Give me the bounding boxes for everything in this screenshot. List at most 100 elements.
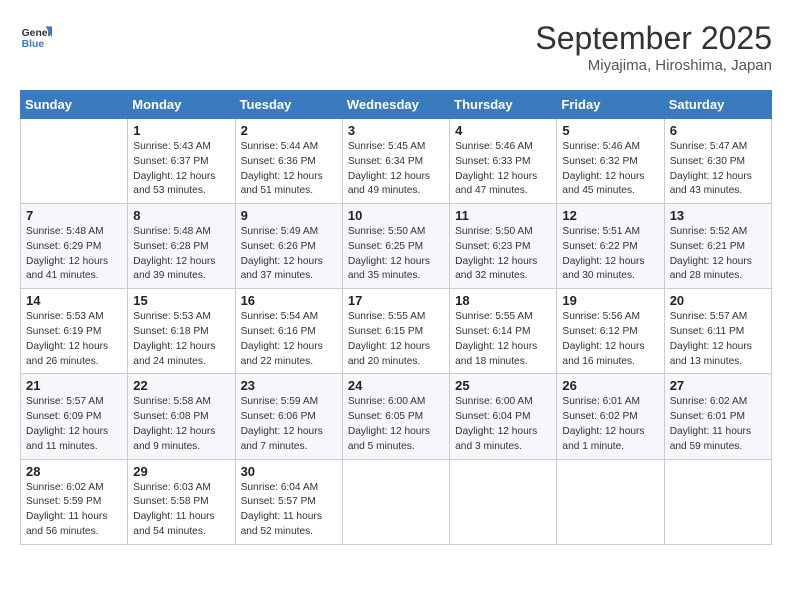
weekday-header-cell: Friday: [557, 91, 664, 119]
day-info: Sunrise: 5:45 AM Sunset: 6:34 PM Dayligh…: [348, 140, 444, 199]
calendar-cell: 21 Sunrise: 5:57 AM Sunset: 6:09 PM Dayli…: [21, 374, 128, 459]
calendar-cell: 27 Sunrise: 6:02 AM Sunset: 6:01 PM Dayli…: [664, 374, 771, 459]
day-info: Sunrise: 5:50 AM Sunset: 6:25 PM Dayligh…: [348, 225, 444, 284]
day-info: Sunrise: 5:57 AM Sunset: 6:09 PM Dayligh…: [26, 395, 122, 454]
calendar-cell: 15 Sunrise: 5:53 AM Sunset: 6:18 PM Dayli…: [128, 289, 235, 374]
day-info: Sunrise: 5:48 AM Sunset: 6:29 PM Dayligh…: [26, 225, 122, 284]
day-number: 10: [348, 208, 444, 223]
location: Miyajima, Hiroshima, Japan: [535, 57, 772, 74]
calendar-cell: 6 Sunrise: 5:47 AM Sunset: 6:30 PM Daylig…: [664, 119, 771, 204]
day-number: 22: [133, 378, 229, 393]
day-number: 27: [670, 378, 766, 393]
day-number: 9: [241, 208, 337, 223]
day-number: 16: [241, 293, 337, 308]
logo-icon: General Blue: [20, 20, 52, 52]
day-number: 21: [26, 378, 122, 393]
month-title: September 2025: [535, 20, 772, 57]
calendar-cell: 16 Sunrise: 5:54 AM Sunset: 6:16 PM Dayli…: [235, 289, 342, 374]
day-number: 24: [348, 378, 444, 393]
calendar-cell: 11 Sunrise: 5:50 AM Sunset: 6:23 PM Dayli…: [450, 204, 557, 289]
calendar-cell: 26 Sunrise: 6:01 AM Sunset: 6:02 PM Dayli…: [557, 374, 664, 459]
day-info: Sunrise: 5:55 AM Sunset: 6:15 PM Dayligh…: [348, 310, 444, 369]
calendar-cell: 17Sunrise: 5:55 AM Sunset: 6:15 PM Dayli…: [342, 289, 449, 374]
weekday-header-cell: Saturday: [664, 91, 771, 119]
day-info: Sunrise: 5:52 AM Sunset: 6:21 PM Dayligh…: [670, 225, 766, 284]
weekday-header-cell: Monday: [128, 91, 235, 119]
calendar-cell: 14 Sunrise: 5:53 AM Sunset: 6:19 PM Dayli…: [21, 289, 128, 374]
day-number: 8: [133, 208, 229, 223]
day-info: Sunrise: 5:53 AM Sunset: 6:19 PM Dayligh…: [26, 310, 122, 369]
day-info: Sunrise: 6:01 AM Sunset: 6:02 PM Dayligh…: [562, 395, 658, 454]
day-info: Sunrise: 6:02 AM Sunset: 6:01 PM Dayligh…: [670, 395, 766, 454]
weekday-header-cell: Sunday: [21, 91, 128, 119]
day-info: Sunrise: 5:59 AM Sunset: 6:06 PM Dayligh…: [241, 395, 337, 454]
weekday-header-cell: Wednesday: [342, 91, 449, 119]
calendar-cell: 13 Sunrise: 5:52 AM Sunset: 6:21 PM Dayli…: [664, 204, 771, 289]
day-info: Sunrise: 6:04 AM Sunset: 5:57 PM Dayligh…: [241, 481, 337, 540]
day-number: 18: [455, 293, 551, 308]
calendar-cell: 1 Sunrise: 5:43 AM Sunset: 6:37 PM Daylig…: [128, 119, 235, 204]
day-number: 15: [133, 293, 229, 308]
weekday-header-row: SundayMondayTuesdayWednesdayThursdayFrid…: [21, 91, 772, 119]
calendar-cell: [557, 459, 664, 544]
day-number: 25: [455, 378, 551, 393]
day-number: 2: [241, 123, 337, 138]
weekday-header-cell: Tuesday: [235, 91, 342, 119]
day-info: Sunrise: 5:50 AM Sunset: 6:23 PM Dayligh…: [455, 225, 551, 284]
day-info: Sunrise: 5:56 AM Sunset: 6:12 PM Dayligh…: [562, 310, 658, 369]
calendar-cell: 2 Sunrise: 5:44 AM Sunset: 6:36 PM Daylig…: [235, 119, 342, 204]
day-number: 12: [562, 208, 658, 223]
day-info: Sunrise: 5:43 AM Sunset: 6:37 PM Dayligh…: [133, 140, 229, 199]
day-number: 14: [26, 293, 122, 308]
day-number: 30: [241, 464, 337, 479]
calendar-week-row: 7 Sunrise: 5:48 AM Sunset: 6:29 PM Daylig…: [21, 204, 772, 289]
calendar-week-row: 21 Sunrise: 5:57 AM Sunset: 6:09 PM Dayli…: [21, 374, 772, 459]
day-number: 1: [133, 123, 229, 138]
day-info: Sunrise: 5:54 AM Sunset: 6:16 PM Dayligh…: [241, 310, 337, 369]
day-info: Sunrise: 5:53 AM Sunset: 6:18 PM Dayligh…: [133, 310, 229, 369]
calendar-cell: 4Sunrise: 5:46 AM Sunset: 6:33 PM Daylig…: [450, 119, 557, 204]
weekday-header-cell: Thursday: [450, 91, 557, 119]
day-number: 7: [26, 208, 122, 223]
day-info: Sunrise: 6:00 AM Sunset: 6:04 PM Dayligh…: [455, 395, 551, 454]
day-info: Sunrise: 6:03 AM Sunset: 5:58 PM Dayligh…: [133, 481, 229, 540]
calendar-cell: [664, 459, 771, 544]
calendar-cell: 30 Sunrise: 6:04 AM Sunset: 5:57 PM Dayli…: [235, 459, 342, 544]
logo: General Blue: [20, 20, 52, 52]
day-number: 4: [455, 123, 551, 138]
day-info: Sunrise: 6:02 AM Sunset: 5:59 PM Dayligh…: [26, 481, 122, 540]
day-info: Sunrise: 5:58 AM Sunset: 6:08 PM Dayligh…: [133, 395, 229, 454]
calendar-cell: 10 Sunrise: 5:50 AM Sunset: 6:25 PM Dayli…: [342, 204, 449, 289]
svg-text:General: General: [22, 28, 52, 39]
calendar-cell: 9 Sunrise: 5:49 AM Sunset: 6:26 PM Daylig…: [235, 204, 342, 289]
day-number: 20: [670, 293, 766, 308]
calendar-cell: 3Sunrise: 5:45 AM Sunset: 6:34 PM Daylig…: [342, 119, 449, 204]
calendar-cell: [450, 459, 557, 544]
day-info: Sunrise: 5:51 AM Sunset: 6:22 PM Dayligh…: [562, 225, 658, 284]
day-number: 29: [133, 464, 229, 479]
calendar-cell: 22 Sunrise: 5:58 AM Sunset: 6:08 PM Dayli…: [128, 374, 235, 459]
day-number: 26: [562, 378, 658, 393]
day-info: Sunrise: 5:55 AM Sunset: 6:14 PM Dayligh…: [455, 310, 551, 369]
calendar-cell: 19Sunrise: 5:56 AM Sunset: 6:12 PM Dayli…: [557, 289, 664, 374]
day-number: 13: [670, 208, 766, 223]
day-info: Sunrise: 5:49 AM Sunset: 6:26 PM Dayligh…: [241, 225, 337, 284]
day-number: 28: [26, 464, 122, 479]
calendar-cell: 29 Sunrise: 6:03 AM Sunset: 5:58 PM Dayli…: [128, 459, 235, 544]
day-info: Sunrise: 5:44 AM Sunset: 6:36 PM Dayligh…: [241, 140, 337, 199]
day-number: 6: [670, 123, 766, 138]
calendar-cell: 24Sunrise: 6:00 AM Sunset: 6:05 PM Dayli…: [342, 374, 449, 459]
calendar-cell: 5Sunrise: 5:46 AM Sunset: 6:32 PM Daylig…: [557, 119, 664, 204]
calendar-table: SundayMondayTuesdayWednesdayThursdayFrid…: [20, 90, 772, 545]
title-block: September 2025 Miyajima, Hiroshima, Japa…: [535, 20, 772, 74]
calendar-cell: 7 Sunrise: 5:48 AM Sunset: 6:29 PM Daylig…: [21, 204, 128, 289]
calendar-cell: [342, 459, 449, 544]
day-number: 11: [455, 208, 551, 223]
day-info: Sunrise: 5:46 AM Sunset: 6:32 PM Dayligh…: [562, 140, 658, 199]
day-info: Sunrise: 5:47 AM Sunset: 6:30 PM Dayligh…: [670, 140, 766, 199]
calendar-cell: 20Sunrise: 5:57 AM Sunset: 6:11 PM Dayli…: [664, 289, 771, 374]
calendar-cell: 18 Sunrise: 5:55 AM Sunset: 6:14 PM Dayli…: [450, 289, 557, 374]
calendar-cell: 28 Sunrise: 6:02 AM Sunset: 5:59 PM Dayli…: [21, 459, 128, 544]
calendar-cell: [21, 119, 128, 204]
page-header: General Blue September 2025 Miyajima, Hi…: [20, 20, 772, 74]
